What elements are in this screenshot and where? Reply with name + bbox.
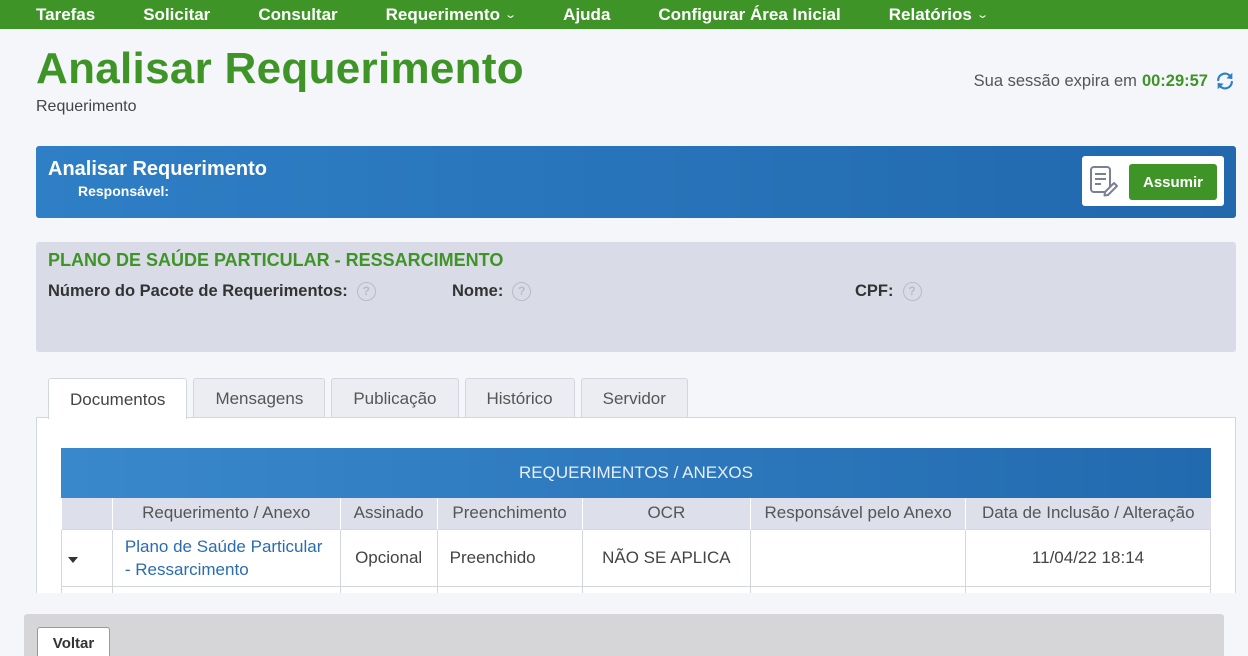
nav-item-requerimento[interactable]: Requerimento ⌄ — [385, 4, 518, 25]
tab-bar: Documentos Mensagens Publicação Históric… — [48, 378, 694, 419]
table-header-row: Requerimento / Anexo Assinado Preenchime… — [61, 498, 1211, 529]
table-cell — [436, 585, 583, 593]
tab-documentos[interactable]: Documentos — [48, 378, 188, 419]
cpf-field: CPF: ? — [855, 282, 922, 301]
nav-item-label: Relatórios — [888, 4, 972, 24]
ocr-cell: NÃO SE APLICA — [581, 528, 752, 587]
chevron-down-icon: ⌄ — [976, 9, 989, 21]
panel-title: Analisar Requerimento — [48, 158, 267, 180]
panel-actions: Assumir — [1082, 156, 1224, 206]
responsavel-label: Responsável: — [78, 183, 170, 199]
nav-item-ajuda[interactable]: Ajuda — [563, 5, 610, 25]
nome-label: Nome: — [452, 282, 504, 300]
documents-tab-content: REQUERIMENTOS / ANEXOS Requerimento / An… — [36, 417, 1236, 593]
tab-mensagens[interactable]: Mensagens — [193, 378, 326, 418]
chevron-down-icon: ⌄ — [504, 9, 518, 21]
column-header[interactable]: Preenchimento — [436, 498, 583, 529]
nav-item-solicitar[interactable]: Solicitar — [143, 5, 210, 25]
table-cell — [61, 585, 113, 593]
session-time: 00:29:57 — [1141, 71, 1208, 90]
expand-cell[interactable] — [61, 528, 113, 587]
preenchimento-cell: Preenchido — [436, 528, 583, 587]
nav-item-label: Ajuda — [563, 4, 611, 24]
help-icon[interactable]: ? — [356, 282, 376, 301]
nav-item-label: Solicitar — [143, 4, 211, 24]
pacote-label: Número do Pacote de Requerimentos: — [48, 282, 348, 300]
data-cell: 11/04/22 18:14 — [965, 528, 1211, 587]
nav-item-label: Consultar — [258, 4, 338, 24]
page-subtitle: Requerimento — [36, 98, 137, 115]
column-header[interactable]: OCR — [581, 498, 751, 529]
refresh-icon[interactable] — [1214, 70, 1236, 92]
cpf-label: CPF: — [855, 282, 894, 300]
analysis-panel: Analisar Requerimento Responsável: Assum… — [36, 146, 1236, 218]
column-header[interactable]: Assinado — [339, 498, 438, 529]
page-title: Analisar Requerimento — [36, 44, 524, 93]
nav-item-label: Tarefas — [36, 4, 96, 24]
nav-item-label: Requerimento — [385, 4, 500, 24]
nome-field: Nome: ? — [452, 282, 532, 301]
table-row: Plano de Saúde Particular - Ressarciment… — [61, 528, 1211, 587]
voltar-button[interactable]: Voltar — [37, 627, 110, 656]
session-label: Sua sessão expira em — [973, 71, 1137, 90]
table-cell — [750, 585, 967, 593]
table-cell — [339, 585, 438, 593]
help-icon[interactable]: ? — [902, 282, 922, 301]
tab-historico[interactable]: Histórico — [464, 378, 575, 418]
table-row — [61, 585, 1211, 593]
tab-publicacao[interactable]: Publicação — [331, 378, 459, 418]
nav-item-label: Configurar Área Inicial — [658, 4, 841, 24]
assumir-button[interactable]: Assumir — [1129, 164, 1217, 200]
table-cell — [111, 585, 341, 593]
request-type-title: PLANO DE SAÚDE PARTICULAR - RESSARCIMENT… — [48, 250, 504, 270]
column-header[interactable]: Requerimento / Anexo — [111, 498, 341, 529]
table-title: REQUERIMENTOS / ANEXOS — [61, 448, 1211, 498]
table-cell — [965, 585, 1211, 593]
table-cell — [581, 585, 752, 593]
requerimento-link[interactable]: Plano de Saúde Particular - Ressarciment… — [125, 537, 323, 579]
document-edit-icon[interactable] — [1088, 165, 1118, 197]
documents-table: Requerimento / Anexo Assinado Preenchime… — [61, 498, 1211, 593]
nav-item-consultar[interactable]: Consultar — [258, 5, 337, 25]
assinado-cell: Opcional — [339, 528, 438, 587]
nav-item-relatorios[interactable]: Relatórios ⌄ — [888, 4, 989, 25]
nav-item-tarefas[interactable]: Tarefas — [36, 5, 95, 25]
requerimento-cell: Plano de Saúde Particular - Ressarciment… — [111, 528, 341, 587]
tab-servidor[interactable]: Servidor — [580, 378, 688, 418]
nav-item-configurar-area-inicial[interactable]: Configurar Área Inicial — [658, 5, 840, 25]
footer-bar: Voltar — [24, 614, 1224, 656]
session-timer: Sua sessão expira em 00:29:57 — [974, 70, 1236, 92]
column-header — [61, 498, 113, 529]
column-header[interactable]: Data de Inclusão / Alteração — [965, 498, 1211, 529]
responsavel-cell — [750, 528, 967, 587]
help-icon[interactable]: ? — [512, 282, 532, 301]
column-header[interactable]: Responsável pelo Anexo — [750, 498, 966, 529]
caret-down-icon[interactable] — [68, 556, 78, 563]
pacote-field: Número do Pacote de Requerimentos: ? — [48, 282, 376, 301]
top-navigation: Tarefas Solicitar Consultar Requerimento… — [0, 0, 1248, 29]
request-info-panel: PLANO DE SAÚDE PARTICULAR - RESSARCIMENT… — [36, 242, 1236, 352]
